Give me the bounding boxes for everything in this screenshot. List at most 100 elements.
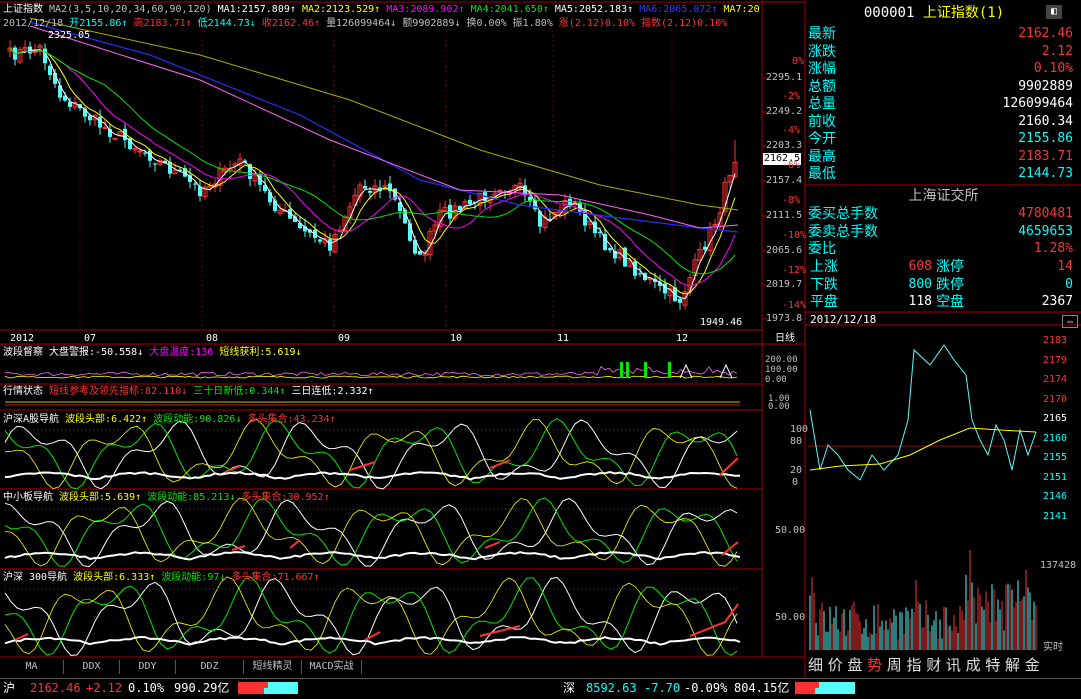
intraday-tick: 2174	[1043, 374, 1068, 385]
candle-body	[678, 298, 682, 303]
collapse-icon[interactable]: ▭	[1062, 315, 1078, 328]
quote-value: 9902889	[1018, 78, 1073, 94]
floor-red-segment	[349, 461, 376, 471]
quote-label: 最高	[808, 148, 836, 165]
orderbook-value: 4780481	[1018, 206, 1073, 221]
stock-suffix: (1)	[978, 5, 1005, 21]
ma-line-long3	[29, 25, 739, 229]
floor-red-segment	[719, 457, 739, 476]
month-07: 07	[84, 333, 97, 344]
price-tick: 2295.1	[766, 72, 803, 83]
right-tab-0[interactable]: 细	[808, 657, 823, 674]
candle-body	[318, 239, 322, 242]
sh-change: +2.12	[86, 681, 123, 695]
quote-row: 最高 2183.71	[808, 148, 1079, 166]
pct-tick: -6%	[782, 160, 801, 171]
quote-label: 今开	[808, 131, 836, 147]
tab-ddy[interactable]: DDY	[120, 660, 176, 674]
sh-breadth-bar	[238, 682, 298, 694]
intraday-tick: 2151	[1043, 471, 1068, 483]
ma5-value: MA5:2052.183↑	[554, 4, 634, 15]
month-11: 11	[557, 333, 570, 344]
right-tab-11[interactable]: 金	[1025, 657, 1040, 674]
pct-tick: -12%	[782, 265, 807, 276]
quote-row: 前收 2160.34	[808, 113, 1079, 131]
right-tab-6[interactable]: 财	[926, 657, 941, 674]
intraday-tick: 2183	[1043, 335, 1068, 346]
panel-toggle-icon[interactable]: ◧	[1046, 5, 1062, 19]
price-tick: 2111.5	[766, 210, 803, 221]
right-tab-4[interactable]: 周	[887, 657, 902, 674]
cycle-label[interactable]: 日线	[775, 333, 795, 345]
month-2012: 2012	[10, 333, 35, 344]
breadth-label: 空盘	[936, 294, 964, 310]
p1-green-signal	[626, 362, 629, 378]
candle-body	[143, 152, 147, 154]
bar-low: 低2144.73↓	[197, 18, 256, 29]
orderbook-label: 委比	[808, 241, 836, 257]
floor-red-segment	[479, 625, 521, 637]
right-tab-3[interactable]: 势	[867, 657, 882, 674]
intraday-date: 2012/12/18	[810, 313, 877, 326]
intraday-tick: 2160	[1043, 432, 1068, 444]
quote-value: 0.10%	[1033, 61, 1073, 76]
quote-value: 2144.73	[1018, 166, 1073, 181]
orderbook-label: 委卖总手数	[808, 223, 878, 240]
p1-peak	[719, 363, 733, 379]
candle-body	[638, 273, 642, 275]
right-tab-5[interactable]: 指	[907, 657, 922, 674]
ma-params: MA2(3,5,10,20,34,60,90,120)	[49, 4, 212, 15]
breadth-label: 下跌	[810, 276, 838, 293]
realtime-label[interactable]: 实时	[1043, 642, 1063, 654]
candle-body	[193, 183, 197, 185]
quote-value: 2160.34	[1018, 113, 1073, 129]
quote-row: 涨幅 0.10%	[808, 60, 1079, 78]
quote-row: 总额 9902889	[808, 78, 1079, 96]
month-08: 08	[206, 333, 219, 344]
ma6-value: MA6:2065.072↑	[639, 4, 718, 15]
breadth-row: 下跌 800 跌停 0	[808, 276, 1079, 294]
ma-line-long2	[29, 17, 739, 211]
tab-macd实战[interactable]: MACD实战	[302, 660, 362, 674]
candle-body	[608, 248, 612, 251]
quote-label: 涨跌	[808, 43, 836, 60]
ma1-value: MA1:2157.809↑	[217, 4, 296, 15]
right-tab-8[interactable]: 成	[966, 657, 981, 674]
right-tab-2[interactable]: 盘	[847, 657, 862, 674]
sz-percent: -0.09%	[684, 681, 728, 695]
quote-row: 涨跌 2.12	[808, 43, 1079, 61]
tab-ma[interactable]: MA	[0, 660, 64, 674]
orderbook-value: 1.28%	[1033, 241, 1073, 256]
right-tab-10[interactable]: 解	[1005, 657, 1020, 674]
breadth-value: 118	[908, 294, 932, 309]
quote-value: 2155.86	[1018, 131, 1073, 146]
tab-ddx[interactable]: DDX	[64, 660, 120, 674]
right-tab-1[interactable]: 价	[828, 657, 843, 674]
ma2-value: MA2:2123.529↑	[301, 4, 381, 15]
panel-sme-header: 中小板导航 波段头部:5.639↑ 波段动能:85.213↓ 多头集合:30.9…	[3, 492, 330, 503]
low-price-label: 1949.46	[700, 317, 743, 328]
intraday-tick: 2170	[1043, 393, 1068, 405]
pct-tick: -14%	[782, 300, 807, 311]
intraday-tick: 2179	[1043, 354, 1068, 366]
sh-amount: 990.29亿	[174, 681, 230, 695]
quote-label: 总额	[808, 78, 836, 95]
bar-vol: 量126099464↓	[326, 18, 397, 29]
candle-body	[363, 186, 367, 189]
pct-tick: -10%	[782, 230, 807, 241]
right-tab-9[interactable]: 特	[985, 657, 1000, 674]
bar-close: 收2162.46↑	[261, 18, 321, 29]
panel-ashare-header: 沪深A股导航 波段头部:6.422↑ 波段动能:90.826↓ 多头集合:43.…	[3, 414, 336, 425]
sz-label: 深	[563, 681, 576, 695]
ma7-value: MA7:20	[723, 4, 760, 15]
tab-ddz[interactable]: DDZ	[176, 660, 244, 674]
tab-短线精灵[interactable]: 短线精灵	[244, 660, 302, 674]
quote-title: 000001 上证指数(1)	[808, 3, 1060, 23]
quote-label: 最新	[808, 26, 836, 42]
ma-line-long1	[29, 21, 739, 233]
p1-axis: 200.00 100.00 0.00	[765, 355, 798, 385]
bar-high: 高2183.71↑	[133, 18, 192, 29]
right-tab-7[interactable]: 讯	[946, 657, 961, 674]
intraday-price-line	[809, 344, 1037, 481]
breadth-label: 上涨	[810, 259, 838, 275]
